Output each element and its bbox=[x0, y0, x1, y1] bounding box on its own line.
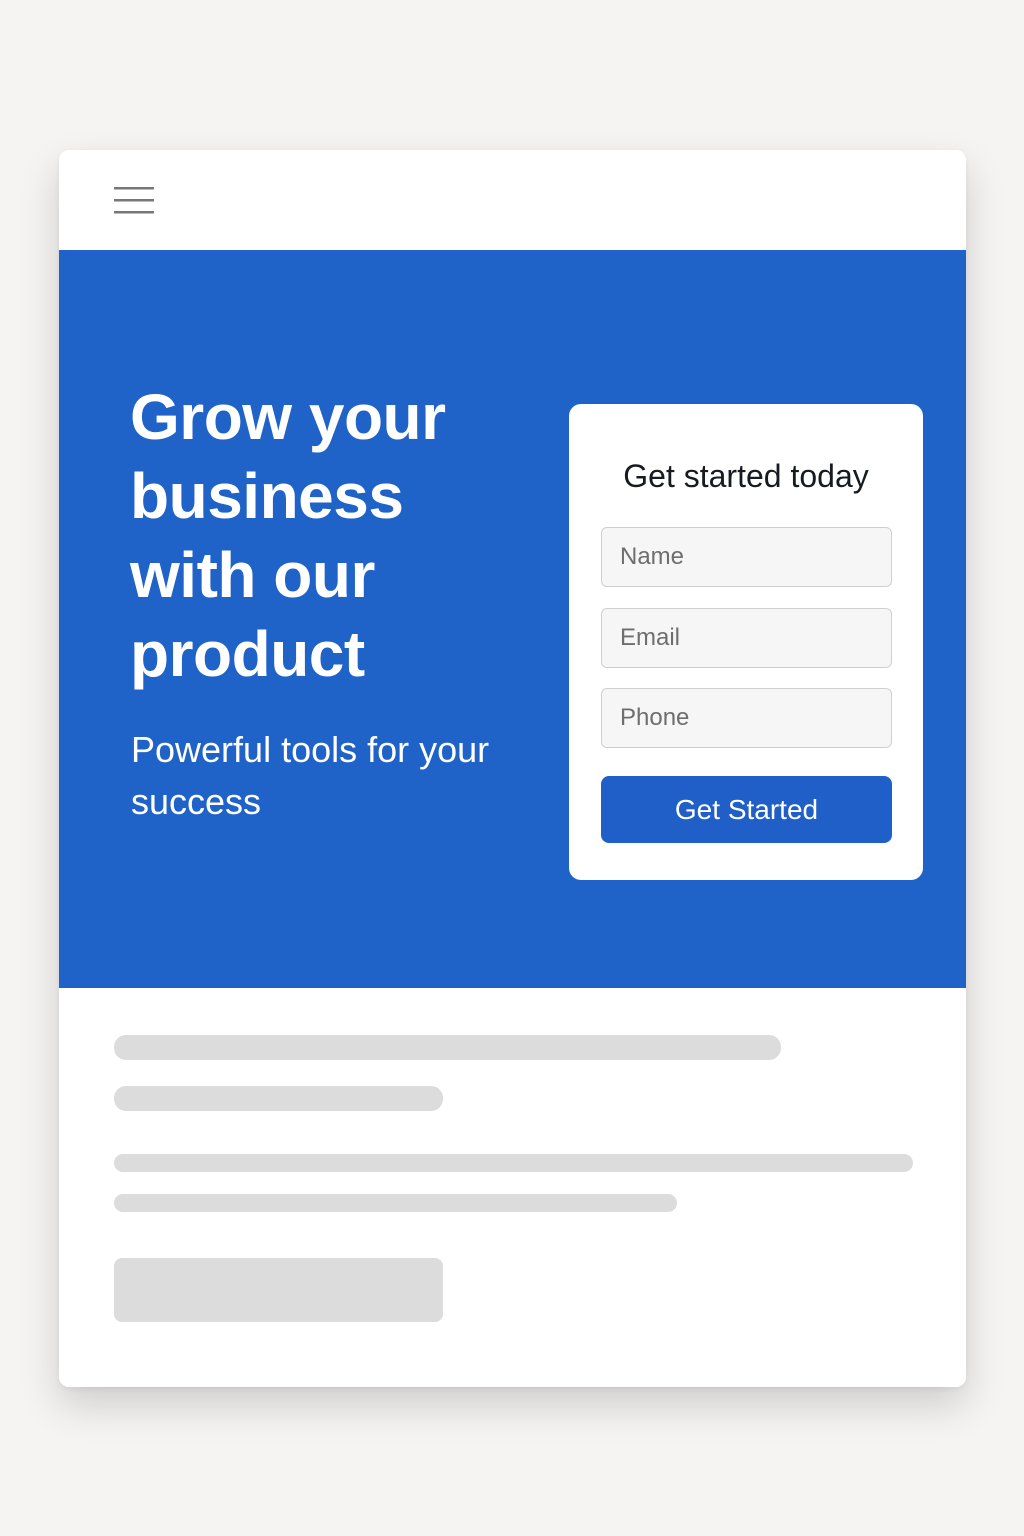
top-navigation-bar bbox=[59, 150, 966, 250]
skeleton-subheading-line bbox=[114, 1086, 443, 1111]
get-started-button[interactable]: Get Started bbox=[601, 776, 892, 843]
hero-title: Grow your business with our product bbox=[130, 381, 446, 690]
signup-form-card: Get started today Get Started bbox=[569, 404, 923, 880]
phone-input[interactable] bbox=[601, 688, 892, 748]
landing-page-window: Grow your business with our product Powe… bbox=[59, 150, 966, 1387]
hamburger-menu-icon bbox=[114, 187, 154, 214]
skeleton-text-line bbox=[114, 1154, 913, 1172]
hero-section: Grow your business with our product Powe… bbox=[59, 250, 966, 988]
skeleton-button bbox=[114, 1258, 443, 1322]
name-input[interactable] bbox=[601, 527, 892, 587]
menu-button[interactable] bbox=[109, 180, 159, 222]
content-section bbox=[59, 988, 966, 1387]
skeleton-heading-line bbox=[114, 1035, 781, 1060]
email-input[interactable] bbox=[601, 608, 892, 668]
hero-subtitle: Powerful tools for your success bbox=[131, 729, 490, 822]
signup-form-title: Get started today bbox=[623, 458, 869, 494]
skeleton-text-line bbox=[114, 1194, 677, 1212]
